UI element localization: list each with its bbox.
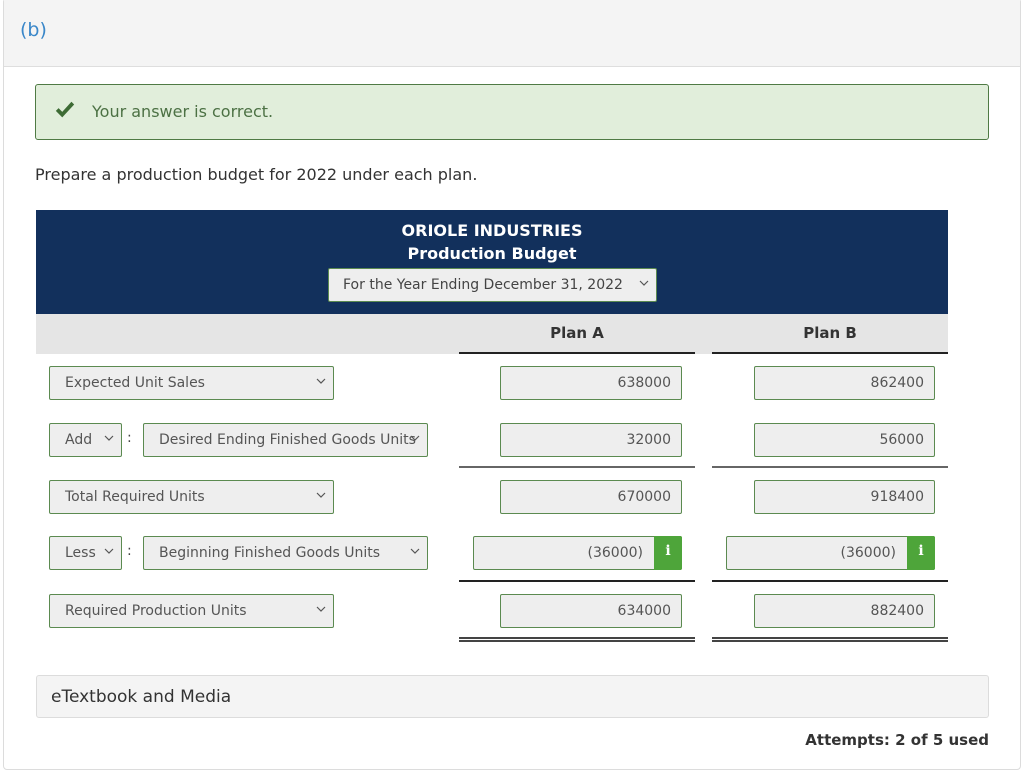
row-label-select[interactable]: Desired Ending Finished Goods Units xyxy=(143,423,428,457)
chevron-down-icon xyxy=(410,435,420,441)
column-header-plan-b: Plan B xyxy=(803,324,857,342)
row-label-value: Required Production Units xyxy=(65,603,247,619)
row-label-value: Expected Unit Sales xyxy=(65,375,205,391)
info-icon[interactable]: i xyxy=(654,536,682,570)
operator-select[interactable]: Add xyxy=(49,423,122,457)
plan-a-input[interactable]: 32000 xyxy=(500,423,682,457)
etextbook-media-link[interactable]: eTextbook and Media xyxy=(36,675,989,718)
row-label-value: Desired Ending Finished Goods Units xyxy=(159,432,416,448)
grand-total-double-rule-plan-b xyxy=(712,637,948,642)
feedback-banner: Your answer is correct. xyxy=(35,84,989,140)
grand-total-double-rule-plan-a xyxy=(459,637,695,642)
total-rule-plan-a xyxy=(459,580,695,582)
header-underline-plan-a xyxy=(459,352,695,354)
subtotal-rule-plan-a xyxy=(459,466,695,468)
header-underline-plan-b xyxy=(712,352,948,354)
plan-b-input[interactable]: 918400 xyxy=(754,480,935,514)
chevron-down-icon xyxy=(316,492,326,498)
chevron-down-icon xyxy=(410,548,420,554)
row-label-select[interactable]: Expected Unit Sales xyxy=(49,366,334,400)
attempts-counter: Attempts: 2 of 5 used xyxy=(805,731,989,749)
plan-b-input[interactable]: 56000 xyxy=(754,423,935,457)
operator-value: Add xyxy=(65,432,93,448)
total-rule-plan-b xyxy=(712,580,948,582)
info-icon[interactable]: i xyxy=(907,536,935,570)
period-select-value: For the Year Ending December 31, 2022 xyxy=(343,277,623,293)
etextbook-media-label: eTextbook and Media xyxy=(51,687,232,707)
part-header: (b) xyxy=(4,0,1020,67)
plan-b-input[interactable]: (36000) i xyxy=(726,536,935,570)
column-header-plan-a: Plan A xyxy=(550,324,604,342)
chevron-down-icon xyxy=(316,606,326,612)
plan-a-input[interactable]: (36000) i xyxy=(473,536,682,570)
plan-a-input[interactable]: 638000 xyxy=(500,366,682,400)
feedback-message: Your answer is correct. xyxy=(92,102,274,121)
row-label-select[interactable]: Required Production Units xyxy=(49,594,334,628)
row-label-select[interactable]: Beginning Finished Goods Units xyxy=(143,536,428,570)
budget-header: ORIOLE INDUSTRIES Production Budget For … xyxy=(36,210,948,314)
column-header-row: Plan A Plan B xyxy=(36,314,948,354)
plan-b-value: (36000) xyxy=(840,545,896,561)
operator-separator: : xyxy=(127,543,132,559)
question-prompt: Prepare a production budget for 2022 und… xyxy=(35,165,478,184)
chevron-down-icon xyxy=(104,548,114,554)
chevron-down-icon xyxy=(639,280,649,286)
plan-b-input[interactable]: 882400 xyxy=(754,594,935,628)
plan-a-input[interactable]: 670000 xyxy=(500,480,682,514)
plan-a-input[interactable]: 634000 xyxy=(500,594,682,628)
row-label-value: Total Required Units xyxy=(65,489,205,505)
operator-value: Less xyxy=(65,545,96,561)
budget-title: Production Budget xyxy=(407,244,577,263)
row-label-select[interactable]: Total Required Units xyxy=(49,480,334,514)
period-select[interactable]: For the Year Ending December 31, 2022 xyxy=(328,268,657,302)
company-name: ORIOLE INDUSTRIES xyxy=(401,221,583,240)
row-label-value: Beginning Finished Goods Units xyxy=(159,545,381,561)
plan-b-input[interactable]: 862400 xyxy=(754,366,935,400)
check-icon xyxy=(55,101,75,118)
part-label: (b) xyxy=(20,19,47,41)
plan-a-value: (36000) xyxy=(587,545,643,561)
chevron-down-icon xyxy=(104,435,114,441)
operator-separator: : xyxy=(127,430,132,446)
chevron-down-icon xyxy=(316,378,326,384)
subtotal-rule-plan-b xyxy=(712,466,948,468)
operator-select[interactable]: Less xyxy=(49,536,122,570)
